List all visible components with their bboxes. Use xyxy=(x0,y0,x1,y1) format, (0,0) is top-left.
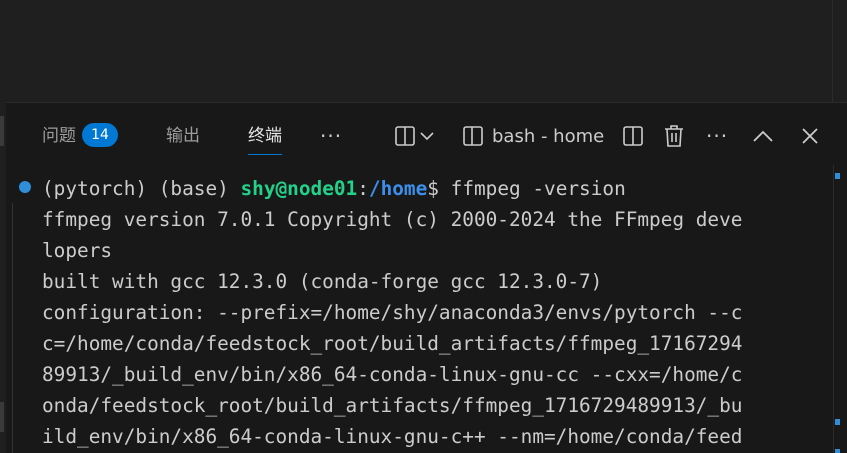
edge-marker xyxy=(0,116,4,146)
terminal-instance-label: bash - home xyxy=(492,125,605,147)
output-line: lopers xyxy=(42,239,113,262)
chevron-down-icon xyxy=(420,131,434,141)
prompt-colon: : xyxy=(357,177,369,200)
prompt-path: /home xyxy=(368,177,428,200)
output-line: built with gcc 12.3.0 (conda-forge gcc 1… xyxy=(42,270,603,293)
output-line: 89913/_build_env/bin/x86_64-conda-linux-… xyxy=(42,363,743,386)
scrollbar-command-marker xyxy=(835,173,840,179)
split-terminal-button[interactable] xyxy=(622,121,644,151)
tab-terminal-label: 终端 xyxy=(248,126,282,146)
scrollbar-command-marker xyxy=(835,419,840,425)
more-tabs-button[interactable]: ··· xyxy=(320,121,342,151)
trash-icon xyxy=(664,124,684,148)
split-terminal-icon xyxy=(394,125,416,147)
tab-problems-label: 问题 xyxy=(42,126,76,146)
ellipsis-icon: ··· xyxy=(320,124,343,148)
output-line: configuration: --prefix=/home/shy/anacon… xyxy=(42,301,743,324)
bottom-panel: 问题 14 输出 终端 ··· bash - home ··· (pytorch… xyxy=(6,102,847,453)
more-actions-button[interactable]: ··· xyxy=(706,121,728,151)
terminal-instance-selector[interactable]: bash - home xyxy=(462,121,604,151)
output-line: ild_env/bin/x86_64-conda-linux-gnu-c++ -… xyxy=(42,425,743,448)
terminal-output[interactable]: (pytorch) (base) shy@node01:/home$ ffmpe… xyxy=(6,173,828,453)
scrollbar-track xyxy=(833,165,834,453)
tab-terminal[interactable]: 终端 xyxy=(248,121,282,155)
editor-scrollbar[interactable] xyxy=(832,0,833,102)
kill-terminal-button[interactable] xyxy=(664,121,684,151)
terminal-scrollbar[interactable] xyxy=(833,165,847,453)
panel-tab-bar: 问题 14 输出 终端 ··· bash - home ··· xyxy=(6,103,847,165)
ellipsis-icon: ··· xyxy=(706,124,729,148)
prompt-line: (pytorch) (base) shy@node01:/home$ ffmpe… xyxy=(42,173,626,204)
tab-output-label: 输出 xyxy=(166,126,200,146)
editor-area xyxy=(0,0,847,102)
close-icon xyxy=(800,126,820,146)
terminal-icon xyxy=(462,125,484,147)
command-decoration-icon[interactable] xyxy=(19,181,31,193)
close-panel-button[interactable] xyxy=(800,121,820,151)
tab-problems[interactable]: 问题 14 xyxy=(42,121,118,153)
output-line: c=/home/conda/feedstock_root/build_artif… xyxy=(42,332,743,355)
prompt-symbol: $ xyxy=(427,177,451,200)
output-line: ffmpeg version 7.0.1 Copyright (c) 2000-… xyxy=(42,208,743,231)
prompt-user-host: shy@node01 xyxy=(240,177,358,200)
prompt-command: ffmpeg -version xyxy=(450,177,626,200)
tab-output[interactable]: 输出 xyxy=(166,121,200,153)
active-tab-indicator xyxy=(248,154,282,155)
problems-count-badge: 14 xyxy=(82,123,118,147)
maximize-panel-button[interactable] xyxy=(752,121,774,151)
prompt-env: (pytorch) (base) xyxy=(42,177,241,200)
new-terminal-split-dropdown[interactable] xyxy=(394,121,434,151)
chevron-up-icon xyxy=(752,129,774,143)
scrollbar-command-marker xyxy=(835,449,840,453)
split-terminal-icon xyxy=(622,125,644,147)
output-line: onda/feedstock_root/build_artifacts/ffmp… xyxy=(42,394,743,417)
edge-marker xyxy=(0,402,4,432)
